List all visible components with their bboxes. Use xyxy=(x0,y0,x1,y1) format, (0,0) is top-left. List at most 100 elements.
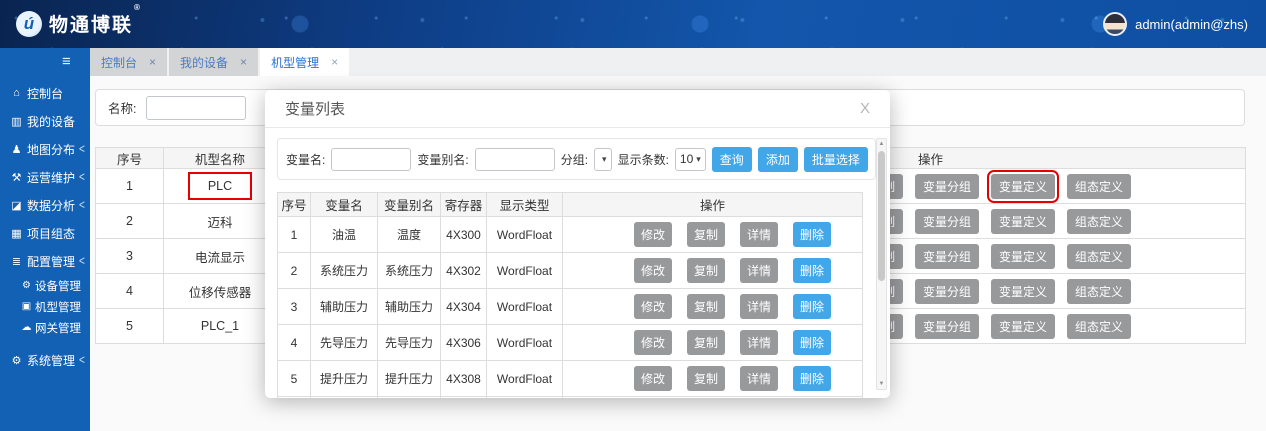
model-name: 迈科 xyxy=(164,204,277,239)
variable-name-input[interactable] xyxy=(331,148,411,171)
variable-define-button[interactable]: 变量定义 xyxy=(991,279,1055,304)
copy-button[interactable]: 复制 xyxy=(687,330,725,355)
sidebar-item-map[interactable]: ♟ 地图分布 < xyxy=(0,135,90,163)
sidebar-collapse-icon[interactable]: ≡ xyxy=(62,53,71,70)
sidebar-item-label: 数据分析 xyxy=(27,197,75,214)
modal-scrollbar[interactable]: ▲ ▼ xyxy=(876,138,887,390)
delete-button[interactable]: 删除 xyxy=(793,222,831,247)
brand-name: 物通博联® xyxy=(49,10,141,37)
sidebar-item-device-mgmt[interactable]: ⚙ 设备管理 xyxy=(0,275,90,296)
scada-define-button[interactable]: 组态定义 xyxy=(1067,174,1131,199)
variable-alias-label: 变量别名: xyxy=(417,151,468,168)
edit-button[interactable]: 修改 xyxy=(634,366,672,391)
sidebar-menu: ⌂ 控制台 ▥ 我的设备 ♟ 地图分布 < ⚒ 运营维护 < ◪ 数据分析 < … xyxy=(0,79,90,374)
var-type: WordFloat xyxy=(487,217,563,253)
edit-button[interactable]: 修改 xyxy=(634,258,672,283)
chart-icon: ◪ xyxy=(9,199,24,212)
tab-label: 机型管理 xyxy=(271,54,319,71)
variable-define-button[interactable]: 变量定义 xyxy=(991,244,1055,269)
chevron-down-icon: ▾ xyxy=(602,154,607,165)
sidebar-item-config[interactable]: ≣ 配置管理 < xyxy=(0,247,90,275)
group-label: 分组: xyxy=(561,151,588,168)
var-no: 4 xyxy=(278,325,311,361)
var-type: WordFloat xyxy=(487,325,563,361)
group-select[interactable]: ▾ xyxy=(594,148,612,171)
edit-button[interactable]: 修改 xyxy=(634,294,672,319)
detail-button[interactable]: 详情 xyxy=(740,366,778,391)
modal-header: 变量列表 X xyxy=(265,90,890,128)
sidebar-item-label: 项目组态 xyxy=(27,225,75,242)
scada-define-button[interactable]: 组态定义 xyxy=(1067,244,1131,269)
var-type: WordFloat xyxy=(487,289,563,325)
variable-table: 序号 变量名 变量别名 寄存器 显示类型 操作 1 油温 温度 4X300 Wo… xyxy=(277,192,863,398)
variable-group-button[interactable]: 变量分组 xyxy=(915,244,979,269)
table-row: 4 先导压力 先导压力 4X306 WordFloat 修改 复制 详情 删除 xyxy=(278,325,863,361)
sidebar-item-model-mgmt[interactable]: ▣ 机型管理 xyxy=(0,296,90,317)
tab-model-mgmt[interactable]: 机型管理 × xyxy=(260,48,349,76)
sidebar-item-console[interactable]: ⌂ 控制台 xyxy=(0,79,90,107)
close-icon[interactable]: X xyxy=(860,100,870,117)
detail-button[interactable]: 详情 xyxy=(740,258,778,283)
table-row: 2 系统压力 系统压力 4X302 WordFloat 修改 复制 详情 删除 xyxy=(278,253,863,289)
edit-button[interactable]: 修改 xyxy=(634,222,672,247)
user-menu[interactable]: admin(admin@zhs) xyxy=(1103,12,1248,36)
scada-define-button[interactable]: 组态定义 xyxy=(1067,314,1131,339)
var-register: 4X300 xyxy=(441,217,487,253)
sidebar-item-my-devices[interactable]: ▥ 我的设备 xyxy=(0,107,90,135)
close-icon[interactable]: × xyxy=(149,55,156,69)
sidebar-item-label: 地图分布 xyxy=(27,141,75,158)
close-icon[interactable]: × xyxy=(331,55,338,69)
variable-define-button[interactable]: 变量定义 xyxy=(991,209,1055,234)
copy-button[interactable]: 复制 xyxy=(687,366,725,391)
sidebar-item-project[interactable]: ▦ 项目组态 xyxy=(0,219,90,247)
sidebar-item-system[interactable]: ⚙ 系统管理 < xyxy=(0,346,90,374)
close-icon[interactable]: × xyxy=(240,55,247,69)
batch-select-button[interactable]: 批量选择 xyxy=(804,147,868,172)
add-button[interactable]: 添加 xyxy=(758,147,798,172)
detail-button[interactable]: 详情 xyxy=(740,330,778,355)
delete-button[interactable]: 删除 xyxy=(793,258,831,283)
variable-define-button[interactable]: 变量定义 xyxy=(991,314,1055,339)
copy-button[interactable]: 复制 xyxy=(687,258,725,283)
table-header-row: 序号 变量名 变量别名 寄存器 显示类型 操作 xyxy=(278,193,863,217)
copy-button[interactable]: 复制 xyxy=(687,294,725,319)
delete-button[interactable]: 删除 xyxy=(793,330,831,355)
copy-button[interactable]: 复制 xyxy=(687,222,725,247)
col-header-type: 显示类型 xyxy=(487,193,563,217)
variable-group-button[interactable]: 变量分组 xyxy=(915,279,979,304)
var-register: 4X304 xyxy=(441,289,487,325)
sidebar-item-label: 网关管理 xyxy=(35,320,81,336)
var-alias: 系统压力 xyxy=(378,253,441,289)
sidebar-item-analytics[interactable]: ◪ 数据分析 < xyxy=(0,191,90,219)
delete-button[interactable]: 删除 xyxy=(793,366,831,391)
variable-group-button[interactable]: 变量分组 xyxy=(915,209,979,234)
detail-button[interactable]: 详情 xyxy=(740,294,778,319)
name-filter-input[interactable] xyxy=(146,96,246,120)
variable-define-button[interactable]: 变量定义 xyxy=(991,174,1055,199)
var-name: 油温 xyxy=(311,217,378,253)
scroll-up-icon[interactable]: ▲ xyxy=(877,141,886,147)
sidebar-item-label: 运营维护 xyxy=(27,169,75,186)
variable-group-button[interactable]: 变量分组 xyxy=(915,314,979,339)
detail-button[interactable]: 详情 xyxy=(740,222,778,247)
row-index: 1 xyxy=(96,169,164,204)
brand-logo: ú 物通博联® xyxy=(16,10,141,37)
tab-my-devices[interactable]: 我的设备 × xyxy=(169,48,258,76)
tab-console[interactable]: 控制台 × xyxy=(90,48,167,76)
page-size-select[interactable]: 10 ▾ xyxy=(675,148,706,171)
scada-define-button[interactable]: 组态定义 xyxy=(1067,279,1131,304)
model-name: 电流显示 xyxy=(164,239,277,274)
variable-group-button[interactable]: 变量分组 xyxy=(915,174,979,199)
sidebar-item-maintenance[interactable]: ⚒ 运营维护 < xyxy=(0,163,90,191)
var-type: WordFloat xyxy=(487,253,563,289)
scrollbar-thumb[interactable] xyxy=(878,151,885,281)
chevron-left-icon: < xyxy=(79,170,85,184)
edit-button[interactable]: 修改 xyxy=(634,330,672,355)
query-button[interactable]: 查询 xyxy=(712,147,752,172)
gear-icon: ⚙ xyxy=(9,354,24,367)
sidebar-item-gateway-mgmt[interactable]: ☁ 网关管理 xyxy=(0,317,90,338)
scada-define-button[interactable]: 组态定义 xyxy=(1067,209,1131,234)
scroll-down-icon[interactable]: ▼ xyxy=(877,381,886,387)
variable-alias-input[interactable] xyxy=(475,148,555,171)
delete-button[interactable]: 删除 xyxy=(793,294,831,319)
